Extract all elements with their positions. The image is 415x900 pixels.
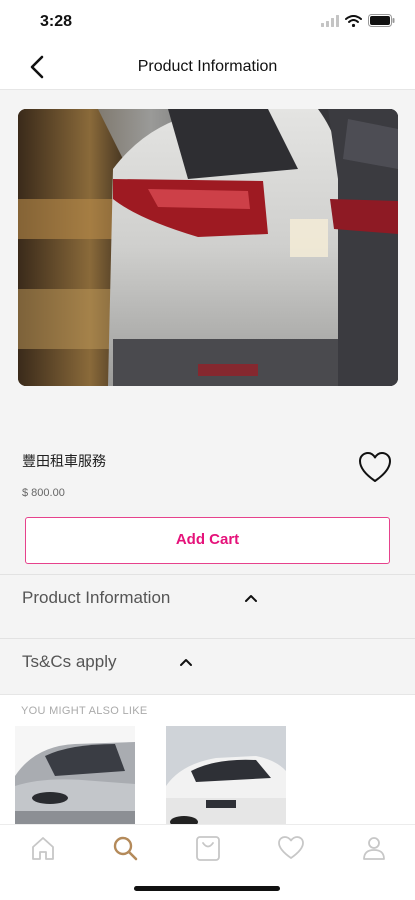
recommendations-section: YOU MIGHT ALSO LIKE	[0, 694, 415, 824]
wishlist-button[interactable]	[357, 451, 393, 485]
section-terms[interactable]: Ts&Cs apply	[0, 638, 415, 702]
tab-cart[interactable]	[193, 834, 223, 862]
user-icon	[363, 837, 385, 860]
section-label: Product Information	[22, 588, 171, 607]
recommendations-title: YOU MIGHT ALSO LIKE	[21, 705, 148, 717]
tab-search[interactable]	[110, 834, 140, 862]
heart-icon	[278, 836, 304, 859]
recommendation-image	[15, 726, 135, 824]
tab-wishlist[interactable]	[276, 834, 306, 862]
recommendation-card[interactable]	[166, 726, 286, 824]
home-indicator	[134, 886, 280, 891]
product-name: 豐田租車服務	[22, 454, 106, 470]
cellular-signal-icon	[321, 14, 339, 27]
search-icon	[113, 836, 138, 861]
tab-home[interactable]	[28, 834, 58, 862]
battery-icon	[368, 14, 395, 27]
wifi-icon	[345, 14, 362, 27]
chevron-up-icon	[180, 659, 192, 666]
product-price: $ 800.00	[22, 487, 65, 499]
section-product-information[interactable]: Product Information	[0, 574, 415, 638]
bag-icon	[196, 836, 220, 861]
status-bar: 3:28	[0, 0, 415, 44]
section-label: Ts&Cs apply	[22, 652, 117, 671]
heart-icon	[359, 452, 391, 482]
status-icons	[321, 14, 395, 27]
home-icon	[32, 837, 54, 860]
product-image	[18, 109, 398, 386]
add-cart-button[interactable]: Add Cart	[25, 517, 390, 564]
page-title: Product Information	[137, 58, 278, 75]
recommendation-image	[166, 726, 286, 824]
recommendation-card[interactable]	[15, 726, 135, 824]
tab-profile[interactable]	[359, 834, 389, 862]
nav-bar: Product Information	[0, 44, 415, 90]
status-time: 3:28	[40, 13, 73, 30]
chevron-up-icon	[245, 595, 257, 602]
